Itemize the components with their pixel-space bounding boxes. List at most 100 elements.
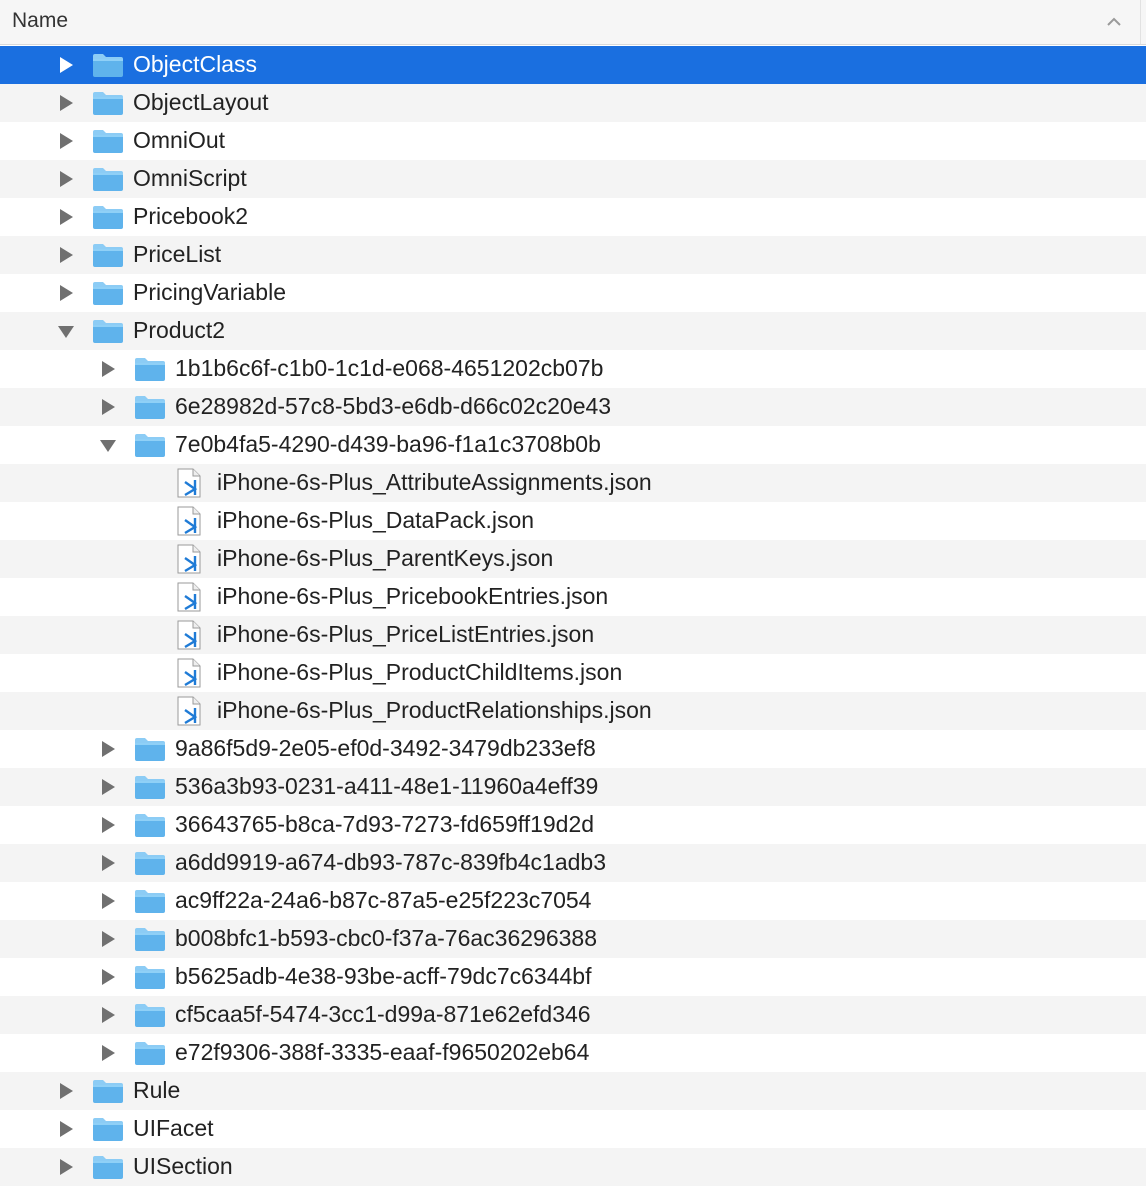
folder-row[interactable]: cf5caa5f-5474-3cc1-d99a-871e62efd346 [0, 996, 1146, 1034]
file-row[interactable]: iPhone-6s-Plus_PricebookEntries.json [0, 578, 1146, 616]
folder-row[interactable]: Rule [0, 1072, 1146, 1110]
folder-name: b5625adb-4e38-93be-acff-79dc7c6344bf [175, 963, 592, 989]
folder-row[interactable]: a6dd9919-a674-db93-787c-839fb4c1adb3 [0, 844, 1146, 882]
folder-row[interactable]: PriceList [0, 236, 1146, 274]
folder-icon [93, 54, 123, 77]
folder-icon [135, 852, 165, 875]
folder-row[interactable]: Product2 [0, 312, 1146, 350]
disclosure-collapsed-icon[interactable] [56, 207, 76, 227]
disclosure-collapsed-icon[interactable] [56, 1157, 76, 1177]
folder-name: ObjectLayout [133, 89, 269, 115]
file-row[interactable]: iPhone-6s-Plus_ParentKeys.json [0, 540, 1146, 578]
disclosure-collapsed-icon[interactable] [98, 1043, 118, 1063]
disclosure-collapsed-icon[interactable] [98, 739, 118, 759]
folder-row[interactable]: UIFacet [0, 1110, 1146, 1148]
disclosure-collapsed-icon[interactable] [56, 245, 76, 265]
folder-row[interactable]: ObjectLayout [0, 84, 1146, 122]
folder-row[interactable]: 536a3b93-0231-a411-48e1-11960a4eff39 [0, 768, 1146, 806]
disclosure-collapsed-icon[interactable] [98, 359, 118, 379]
folder-row[interactable]: ac9ff22a-24a6-b87c-87a5-e25f223c7054 [0, 882, 1146, 920]
disclosure-collapsed-icon[interactable] [56, 169, 76, 189]
disclosure-collapsed-icon[interactable] [56, 1081, 76, 1101]
folder-icon [93, 244, 123, 267]
folder-icon [93, 1156, 123, 1179]
disclosure-collapsed-icon[interactable] [98, 815, 118, 835]
folder-row[interactable]: 9a86f5d9-2e05-ef0d-3492-3479db233ef8 [0, 730, 1146, 768]
column-divider[interactable] [1140, 0, 1141, 44]
folder-icon [135, 928, 165, 951]
folder-name: 1b1b6c6f-c1b0-1c1d-e068-4651202cb07b [175, 355, 604, 381]
disclosure-expanded-icon[interactable] [98, 435, 118, 455]
folder-name: 7e0b4fa5-4290-d439-ba96-f1a1c3708b0b [175, 431, 601, 457]
file-name: iPhone-6s-Plus_ProductRelationships.json [217, 697, 652, 723]
file-row[interactable]: iPhone-6s-Plus_ProductRelationships.json [0, 692, 1146, 730]
folder-icon [93, 130, 123, 153]
json-file-icon [177, 468, 201, 498]
folder-name: Pricebook2 [133, 203, 249, 229]
file-row[interactable]: iPhone-6s-Plus_AttributeAssignments.json [0, 464, 1146, 502]
file-row[interactable]: iPhone-6s-Plus_ProductChildItems.json [0, 654, 1146, 692]
disclosure-collapsed-icon[interactable] [98, 1005, 118, 1025]
disclosure-collapsed-icon[interactable] [56, 131, 76, 151]
folder-row[interactable]: OmniOut [0, 122, 1146, 160]
json-file-icon [177, 544, 201, 574]
folder-row[interactable]: e72f9306-388f-3335-eaaf-f9650202eb64 [0, 1034, 1146, 1072]
folder-icon [93, 1080, 123, 1103]
folder-name: ac9ff22a-24a6-b87c-87a5-e25f223c7054 [175, 887, 592, 913]
folder-row[interactable]: b008bfc1-b593-cbc0-f37a-76ac36296388 [0, 920, 1146, 958]
folder-icon [93, 206, 123, 229]
file-name: iPhone-6s-Plus_AttributeAssignments.json [217, 469, 652, 495]
file-row[interactable]: iPhone-6s-Plus_PriceListEntries.json [0, 616, 1146, 654]
folder-icon [135, 1042, 165, 1065]
folder-icon [135, 1004, 165, 1027]
folder-name: UISection [133, 1153, 233, 1179]
column-header[interactable]: Name [0, 0, 1146, 45]
folder-row[interactable]: 1b1b6c6f-c1b0-1c1d-e068-4651202cb07b [0, 350, 1146, 388]
disclosure-collapsed-icon[interactable] [56, 1119, 76, 1139]
column-header-name[interactable]: Name [12, 9, 68, 33]
disclosure-collapsed-icon[interactable] [98, 929, 118, 949]
disclosure-collapsed-icon[interactable] [56, 283, 76, 303]
folder-name: 9a86f5d9-2e05-ef0d-3492-3479db233ef8 [175, 735, 596, 761]
folder-name: UIFacet [133, 1115, 214, 1141]
file-row[interactable]: iPhone-6s-Plus_DataPack.json [0, 502, 1146, 540]
folder-icon [135, 776, 165, 799]
folder-name: Rule [133, 1077, 181, 1103]
folder-row[interactable]: PricingVariable [0, 274, 1146, 312]
file-name: iPhone-6s-Plus_PriceListEntries.json [217, 621, 595, 647]
folder-icon [135, 434, 165, 457]
json-file-icon [177, 506, 201, 536]
disclosure-collapsed-icon[interactable] [98, 397, 118, 417]
chevron-up-icon[interactable] [1104, 12, 1124, 32]
folder-row[interactable]: UISection [0, 1148, 1146, 1186]
folder-row[interactable]: b5625adb-4e38-93be-acff-79dc7c6344bf [0, 958, 1146, 996]
folder-name: Product2 [133, 317, 226, 343]
disclosure-collapsed-icon[interactable] [98, 967, 118, 987]
folder-row[interactable]: Pricebook2 [0, 198, 1146, 236]
folder-icon [93, 320, 123, 343]
disclosure-collapsed-icon[interactable] [56, 93, 76, 113]
disclosure-collapsed-icon[interactable] [98, 891, 118, 911]
folder-row[interactable]: 7e0b4fa5-4290-d439-ba96-f1a1c3708b0b [0, 426, 1146, 464]
folder-row[interactable]: 6e28982d-57c8-5bd3-e6db-d66c02c20e43 [0, 388, 1146, 426]
file-name: iPhone-6s-Plus_PricebookEntries.json [217, 583, 609, 609]
json-file-icon [177, 582, 201, 612]
folder-row[interactable]: 36643765-b8ca-7d93-7273-fd659ff19d2d [0, 806, 1146, 844]
folder-name: b008bfc1-b593-cbc0-f37a-76ac36296388 [175, 925, 597, 951]
file-name: iPhone-6s-Plus_DataPack.json [217, 507, 535, 533]
folder-icon [135, 396, 165, 419]
folder-name: e72f9306-388f-3335-eaaf-f9650202eb64 [175, 1039, 590, 1065]
folder-row[interactable]: OmniScript [0, 160, 1146, 198]
folder-icon [135, 738, 165, 761]
json-file-icon [177, 620, 201, 650]
folder-name: PriceList [133, 241, 222, 267]
file-name: iPhone-6s-Plus_ProductChildItems.json [217, 659, 623, 685]
disclosure-collapsed-icon[interactable] [98, 777, 118, 797]
folder-name: PricingVariable [133, 279, 286, 305]
folder-name: 536a3b93-0231-a411-48e1-11960a4eff39 [175, 773, 599, 799]
disclosure-collapsed-icon[interactable] [98, 853, 118, 873]
disclosure-expanded-icon[interactable] [56, 321, 76, 341]
disclosure-collapsed-icon[interactable] [56, 55, 76, 75]
folder-row[interactable]: ObjectClass [0, 46, 1146, 84]
folder-name: ObjectClass [133, 51, 257, 77]
